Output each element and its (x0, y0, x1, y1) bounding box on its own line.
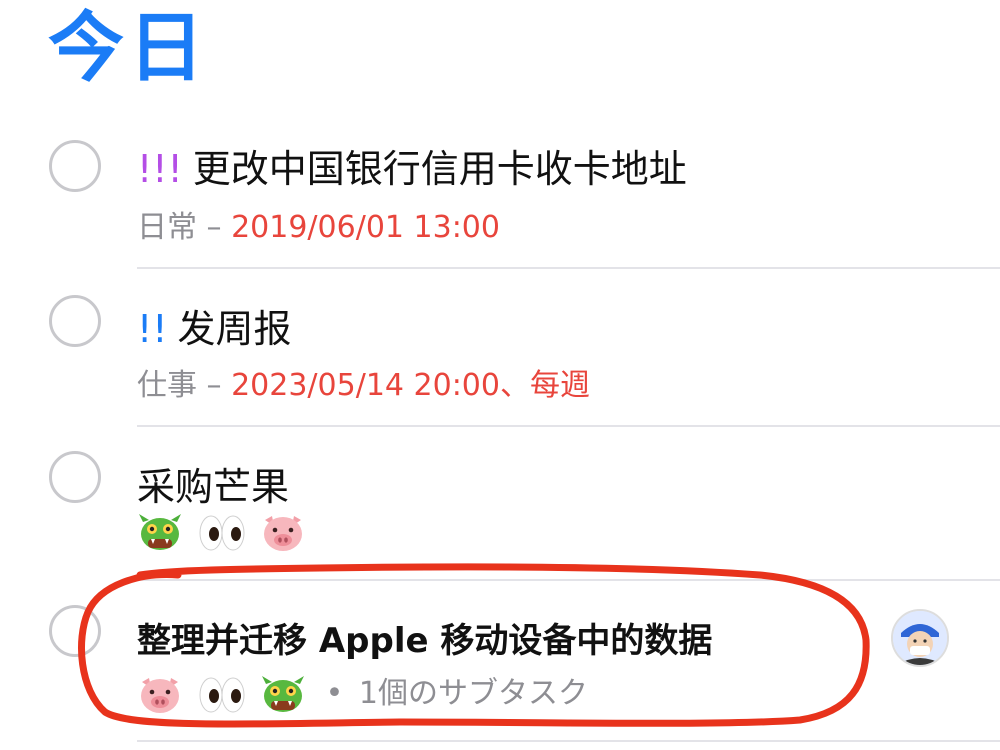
list-name: 仕事 (137, 368, 197, 403)
task-title-line[interactable]: !!! 更改中国银行信用卡收卡地址 (137, 138, 687, 193)
complete-checkbox[interactable] (49, 295, 101, 347)
task-tags: • 1個のサブタスク (137, 668, 588, 716)
due-date: 2019/06/01 13:00 (231, 210, 500, 245)
task-title-line[interactable]: 整理并迁移 Apple 移动设备中的数据 (137, 613, 712, 662)
due-date: 2023/05/14 20:00 (231, 368, 500, 403)
pig-emoji-icon (141, 677, 179, 713)
task-tags (137, 512, 310, 554)
eyes-emoji-icon (199, 515, 245, 551)
task-row[interactable]: !! 发周报 仕事 – 2023/05/14 20:00、每週 (0, 268, 1000, 428)
priority-marker: !!! (137, 147, 183, 191)
repeat-label: 、每週 (499, 368, 590, 403)
dragon-emoji-icon (139, 514, 181, 550)
meta-separator: – (197, 368, 232, 403)
divider (137, 740, 1000, 742)
complete-checkbox[interactable] (49, 605, 101, 657)
complete-checkbox[interactable] (49, 451, 101, 503)
task-meta: 日常 – 2019/06/01 13:00 (137, 202, 500, 246)
task-title: 采购芒果 (137, 465, 290, 509)
complete-checkbox[interactable] (49, 140, 101, 192)
task-title: 整理并迁移 Apple 移动设备中的数据 (137, 621, 713, 661)
task-row[interactable]: !!! 更改中国银行信用卡收卡地址 日常 – 2019/06/01 13:00 (0, 110, 1000, 270)
task-title: 更改中国银行信用卡收卡地址 (192, 147, 687, 191)
task-row[interactable]: 采购芒果 (0, 426, 1000, 586)
assignee-avatar[interactable] (891, 609, 949, 667)
subtask-bullet: • (325, 676, 344, 711)
eyes-emoji-icon (199, 677, 245, 712)
page-title: 今日 (48, 3, 208, 92)
dragon-emoji-icon (262, 675, 305, 712)
task-title: 发周报 (177, 307, 292, 351)
list-name: 日常 (137, 210, 197, 245)
priority-marker: !! (137, 307, 168, 351)
pig-emoji-icon (264, 516, 303, 551)
task-title-line[interactable]: 采购芒果 (137, 456, 289, 511)
task-title-line[interactable]: !! 发周报 (137, 298, 291, 353)
task-row[interactable]: 整理并迁移 Apple 移动设备中的数据 • 1個のサブタスク (0, 580, 1000, 742)
subtask-count: 1個のサブタスク (358, 676, 588, 711)
task-meta: 仕事 – 2023/05/14 20:00、每週 (137, 360, 590, 404)
avatar-image (893, 611, 947, 665)
meta-separator: – (197, 210, 232, 245)
